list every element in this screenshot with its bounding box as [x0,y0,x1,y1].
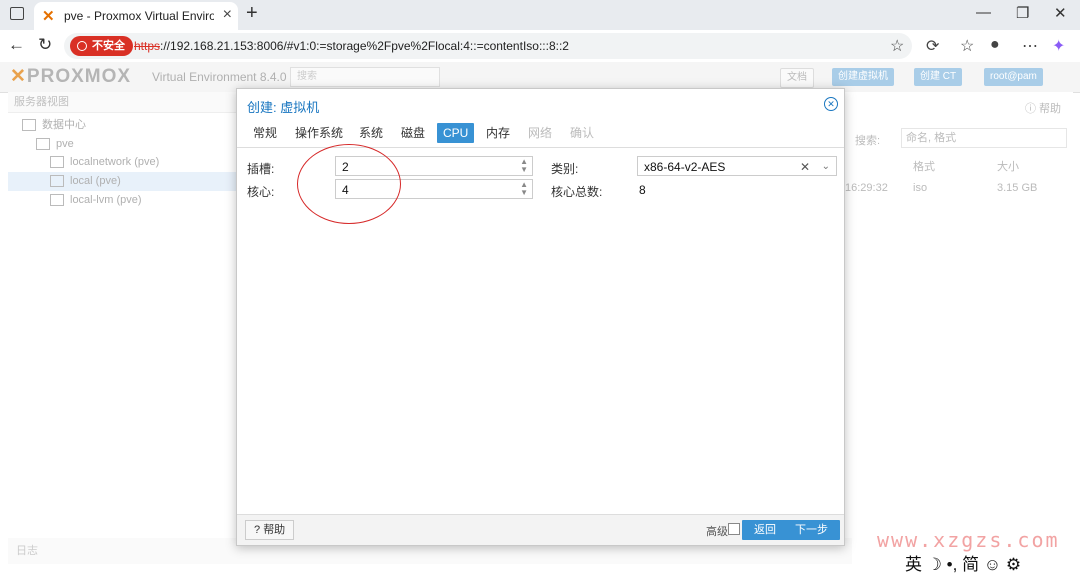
tab-system[interactable]: 系统 [359,123,383,143]
cores-spinner-icon[interactable]: ▲ ▼ [520,181,528,197]
cores-label: 核心: [247,185,275,199]
url-path: ://192.168.21.153:8006/#v1:0:=storage%2F… [160,39,569,53]
server-view-select[interactable]: 服务器视图 [8,92,238,113]
extensions-icon[interactable]: ⟳ [926,36,939,56]
tab-confirm[interactable]: 确认 [570,123,594,143]
total-cores-label: 核心总数: [551,185,603,199]
address-bar[interactable]: 不安全 https://192.168.21.153:8006/#v1:0:=s… [64,33,912,59]
col-size[interactable]: 大小 [997,158,1019,174]
reload-icon[interactable]: ↻ [38,35,52,55]
proxmox-logo: ✕PROXMOX [10,66,132,87]
close-dialog-icon[interactable]: ✕ [824,97,838,111]
content-panel: ⓘ 帮助 搜索: 命名, 格式 格式 大小 16:29:32 iso 3.15 … [845,92,1073,537]
copilot-icon[interactable]: ✦ [1052,36,1065,56]
tab-os[interactable]: 操作系统 [295,123,343,143]
next-button[interactable]: 下一步 [783,520,840,540]
pve-search-input[interactable]: 搜索 [290,67,440,87]
sockets-label: 插槽: [247,162,275,176]
profile-avatar-icon[interactable]: ● [990,36,1000,54]
back-button[interactable]: 返回 [742,520,788,540]
tree-item-local[interactable]: local (pve) [8,172,238,191]
dialog-title: 创建: 虚拟机 [247,100,320,115]
node-icon [36,138,50,151]
create-ct-button[interactable]: 创建 CT [914,68,963,86]
url-protocol: https [134,39,161,53]
favorites-list-icon[interactable]: ☆ [960,36,974,56]
new-tab-button[interactable]: + [246,2,258,25]
more-menu-icon[interactable]: ⋯ [1022,36,1038,56]
back-arrow-icon[interactable]: ← [8,35,25,55]
help-icon: ? [254,524,261,536]
docs-button[interactable]: 文档 [780,68,814,88]
storage-icon [50,194,64,207]
storage-icon [50,175,64,188]
url-text: https://192.168.21.153:8006/#v1:0:=stora… [134,39,569,53]
tab-general[interactable]: 常规 [253,123,277,143]
create-vm-button[interactable]: 创建虚拟机 [832,68,894,86]
close-window-button[interactable]: ✕ [1054,4,1067,22]
clear-icon[interactable]: ✕ [800,157,810,177]
help-link[interactable]: ⓘ 帮助 [1025,100,1061,116]
tree-item-pve[interactable]: pve [36,135,74,154]
user-menu-button[interactable]: root@pam [984,68,1043,86]
close-tab-icon[interactable]: × [223,6,232,24]
watermark: www.xzgzs.com [877,528,1060,552]
minimize-button[interactable]: — [976,4,991,21]
annotation-circle [297,144,401,224]
search-label: 搜索: [855,135,881,147]
browser-tabbar: ✕ pve - Proxmox Virtual Environment × + … [0,0,1080,30]
maximize-button[interactable]: ❐ [1016,4,1029,22]
insecure-badge[interactable]: 不安全 [70,36,133,56]
row-size: 3.15 GB [997,182,1038,194]
ime-toolbar[interactable]: 英 ☽ •, 简 ☺ ⚙ [905,550,1021,575]
advanced-checkbox[interactable] [728,523,740,535]
content-search-input[interactable]: 命名, 格式 [901,128,1067,148]
row-format: iso [913,182,928,194]
tree-item-localnetwork[interactable]: localnetwork (pve) [50,153,159,172]
tab-cpu[interactable]: CPU [437,123,475,143]
cpu-type-label: 类别: [551,162,579,176]
advanced-label: 高级 [706,526,728,538]
browser-tab[interactable]: ✕ pve - Proxmox Virtual Environment × [34,2,238,30]
tab-disk[interactable]: 磁盘 [401,123,425,143]
tree-item-datacenter[interactable]: 数据中心 [22,116,86,135]
network-grid-icon [50,156,64,169]
tab-title: pve - Proxmox Virtual Environment [64,9,214,23]
help-button[interactable]: ? 帮助 [245,520,295,540]
cpu-type-select[interactable]: x86-64-v2-AES ✕ ⌄ [637,156,837,176]
total-cores-value: 8 [639,183,646,197]
col-format[interactable]: 格式 [913,158,935,174]
tab-actions-icon[interactable] [10,7,24,20]
pve-version: Virtual Environment 8.4.0 [152,70,287,84]
favorite-star-icon[interactable]: ☆ [890,36,904,56]
row-time: 16:29:32 [845,182,888,194]
tab-memory[interactable]: 内存 [486,123,510,143]
dialog-footer: ? 帮助 高级 返回 下一步 [237,514,844,545]
sockets-spinner-icon[interactable]: ▲ ▼ [520,158,528,174]
resource-tree: 服务器视图 数据中心 pve localnetwork (pve) local … [8,92,239,537]
datacenter-icon [22,119,36,132]
chevron-down-icon[interactable]: ⌄ [822,157,830,177]
tree-item-local-lvm[interactable]: local-lvm (pve) [50,191,142,210]
tab-network[interactable]: 网络 [528,123,552,143]
proxmox-favicon-icon: ✕ [42,8,55,25]
browser-toolbar: ← ↻ 不安全 https://192.168.21.153:8006/#v1:… [0,30,1080,63]
